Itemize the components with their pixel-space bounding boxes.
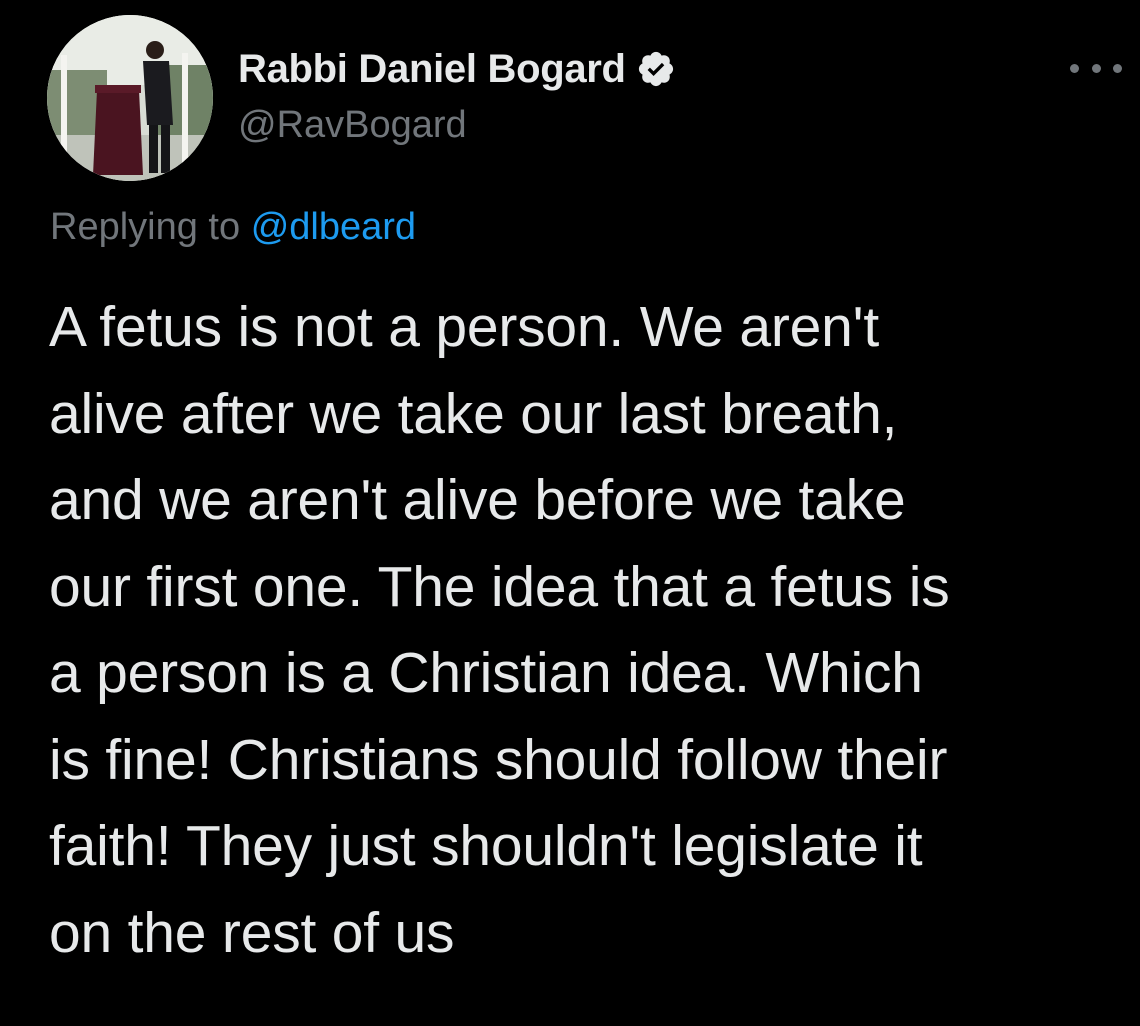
more-horizontal-icon [1091, 63, 1101, 73]
more-horizontal-icon [1070, 63, 1079, 73]
tweet-text-line: faith! They just shouldn't legislate it [49, 814, 923, 878]
author-display-name[interactable]: Rabbi Daniel Bogard [238, 47, 626, 92]
more-options-button[interactable] [1070, 54, 1122, 82]
replying-to-line: Replying to @dlbeard [50, 206, 416, 249]
avatar[interactable] [47, 15, 213, 181]
tweet-text: A fetus is not a person. We aren't alive… [49, 284, 1129, 976]
tweet-text-line: our first one. The idea that a fetus is [49, 554, 950, 619]
more-horizontal-icon [1113, 63, 1122, 73]
author-name-row[interactable]: Rabbi Daniel Bogard [238, 46, 676, 92]
tweet-text-line: and we aren't alive before we take [49, 468, 906, 532]
tweet-text-line: A fetus is not a person. We aren't [49, 295, 879, 359]
author-handle[interactable]: @RavBogard [238, 104, 467, 147]
reply-mention-link[interactable]: @dlbeard [251, 206, 416, 248]
verified-badge-icon [636, 49, 676, 89]
tweet-card: Rabbi Daniel Bogard @RavBogard Replying … [0, 0, 1140, 1026]
profile-photo [47, 15, 213, 181]
tweet-text-line: is fine! Christians should follow their [49, 727, 948, 792]
tweet-text-line: alive after we take our last breath, [49, 381, 898, 446]
replying-to-label: Replying to [50, 206, 241, 248]
tweet-text-line: a person is a Christian idea. Which [49, 641, 923, 705]
tweet-text-line: on the rest of us [49, 900, 455, 965]
